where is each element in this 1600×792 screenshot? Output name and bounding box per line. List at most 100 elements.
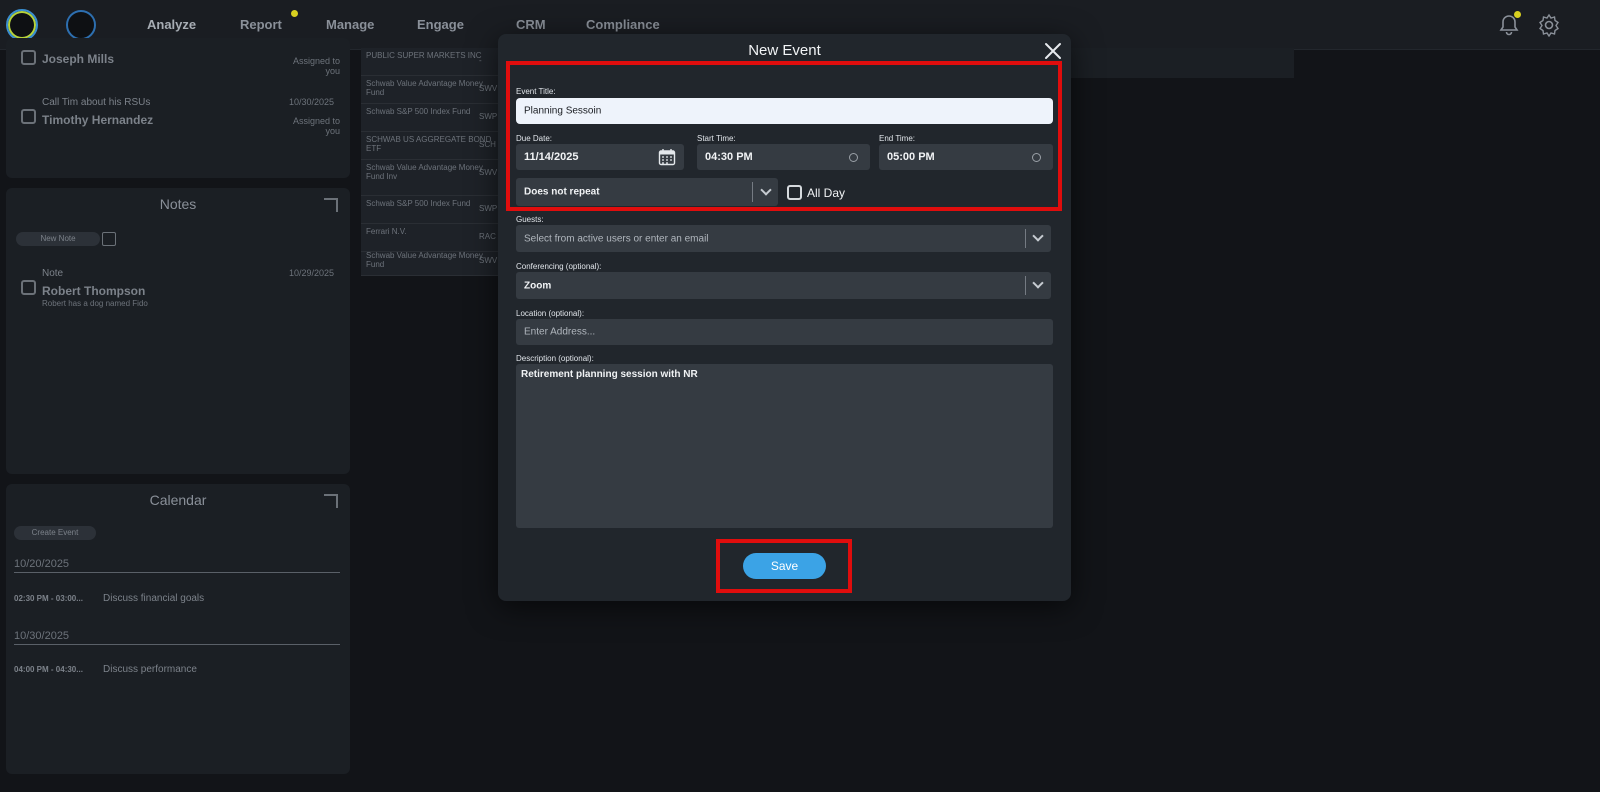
table-row: PUBLIC SUPER MARKETS INC -	[361, 48, 501, 76]
conferencing-select[interactable]: Zoom	[516, 272, 1051, 299]
note-label: Note	[42, 268, 64, 279]
firm-logo	[66, 10, 96, 40]
task-checkbox[interactable]	[21, 109, 36, 124]
task-contact-name: Joseph Mills	[42, 52, 115, 66]
nav-manage[interactable]: Manage	[326, 17, 374, 32]
note-contact-name: Robert Thompson	[42, 284, 146, 298]
chevron-down-icon[interactable]	[760, 184, 772, 196]
report-notification-dot	[291, 10, 298, 17]
event-description[interactable]: Discuss financial goals	[103, 593, 204, 604]
holding-code: SWV	[479, 84, 498, 93]
expand-icon[interactable]	[324, 198, 338, 212]
task-date: 10/30/2025	[289, 97, 335, 107]
task-assigned: Assigned to you	[292, 116, 340, 136]
task-contact-name: Timothy Hernandez	[42, 113, 154, 127]
select-separator	[1025, 276, 1026, 295]
guests-label: Guests:	[516, 215, 544, 224]
holding-name: Schwab Value Advantage Money Fund	[366, 251, 483, 269]
expand-icon[interactable]	[324, 494, 338, 508]
holding-code: SWP	[479, 112, 498, 121]
due-date-label: Due Date:	[516, 134, 553, 143]
guests-select[interactable]: Select from active users or enter an ema…	[516, 225, 1051, 252]
chevron-down-icon[interactable]	[1032, 230, 1044, 242]
calendar-title: Calendar	[149, 492, 207, 508]
app-logo[interactable]	[6, 9, 38, 41]
table-row: Schwab S&P 500 Index Fund SWP	[361, 196, 501, 224]
location-label: Location (optional):	[516, 309, 585, 318]
chevron-down-icon[interactable]	[1032, 277, 1044, 289]
description-value: Retirement planning session with NR	[521, 369, 698, 380]
holding-code: -	[479, 56, 482, 65]
end-time-label: End Time:	[879, 134, 916, 143]
calendar-date-header: 10/20/2025	[14, 558, 70, 570]
due-date-input[interactable]: 11/14/2025	[516, 144, 684, 170]
close-icon[interactable]	[1043, 41, 1063, 61]
calendar-icon[interactable]	[658, 148, 676, 166]
holding-name: Schwab S&P 500 Index Fund	[366, 199, 471, 208]
divider	[14, 644, 340, 645]
holding-code: SWV	[479, 256, 498, 265]
calendar-panel: Calendar Create Event 10/20/2025 02:30 P…	[6, 484, 350, 774]
nav-engage[interactable]: Engage	[417, 17, 464, 32]
all-day-checkbox[interactable]	[787, 185, 802, 200]
holding-code: SCH	[479, 140, 496, 149]
holding-name: Schwab Value Advantage Money Fund	[366, 79, 483, 97]
all-day-label: All Day	[807, 186, 846, 200]
event-time: 04:00 PM - 04:30...	[14, 665, 83, 674]
background-table-strip	[1070, 48, 1294, 78]
conferencing-label: Conferencing (optional):	[516, 262, 602, 271]
note-date: 10/29/2025	[289, 268, 335, 278]
event-title-label: Event Title:	[516, 87, 556, 96]
description-textarea[interactable]: Retirement planning session with NR	[516, 364, 1053, 528]
clock-icon[interactable]	[849, 153, 858, 162]
table-row: Schwab Value Advantage Money Fund SWV	[361, 76, 501, 104]
new-note-button[interactable]: New Note	[16, 232, 100, 246]
holding-name: Ferrari N.V.	[366, 227, 407, 236]
modal-title: New Event	[748, 42, 821, 59]
location-input[interactable]: Enter Address...	[516, 319, 1053, 345]
note-checkbox[interactable]	[21, 280, 36, 295]
end-time-input[interactable]: 05:00 PM	[879, 144, 1053, 170]
start-time-input[interactable]: 04:30 PM	[697, 144, 870, 170]
note-upload-icon[interactable]	[102, 232, 116, 246]
note-description: Robert has a dog named Fido	[42, 299, 148, 308]
event-description[interactable]: Discuss performance	[103, 664, 197, 675]
holding-name: Schwab S&P 500 Index Fund	[366, 107, 471, 116]
task-title: Call Tim about his RSUs	[42, 97, 151, 108]
new-event-modal: New Event Event Title: Planning Sessoin …	[498, 34, 1071, 601]
nav-crm[interactable]: CRM	[516, 17, 546, 32]
table-row: Schwab Value Advantage Money Fund Inv SWV	[361, 160, 501, 196]
start-time-label: Start Time:	[697, 134, 736, 143]
notes-panel: Notes New Note Note 10/29/2025 Robert Th…	[6, 188, 350, 474]
bell-notification-dot	[1514, 11, 1521, 18]
due-date-value: 11/14/2025	[524, 151, 579, 163]
task-checkbox[interactable]	[21, 50, 36, 65]
event-title-input[interactable]: Planning Sessoin	[516, 98, 1053, 124]
end-time-value: 05:00 PM	[887, 151, 935, 163]
save-button[interactable]: Save	[743, 553, 826, 579]
select-separator	[1025, 229, 1026, 248]
nav-report[interactable]: Report	[240, 17, 282, 32]
clock-icon[interactable]	[1032, 153, 1041, 162]
event-title-value: Planning Sessoin	[524, 105, 602, 117]
holding-name: PUBLIC SUPER MARKETS INC	[366, 51, 482, 60]
start-time-value: 04:30 PM	[705, 151, 753, 163]
table-row: Schwab S&P 500 Index Fund SWP	[361, 104, 501, 132]
holdings-table: PUBLIC SUPER MARKETS INC - Schwab Value A…	[361, 48, 501, 276]
location-placeholder: Enter Address...	[524, 326, 596, 338]
conferencing-value: Zoom	[524, 280, 552, 291]
create-event-button[interactable]: Create Event	[14, 526, 96, 540]
task-assigned: Assigned to you	[292, 56, 340, 76]
tasks-panel: Joseph Mills Assigned to you Call Tim ab…	[6, 38, 350, 178]
repeat-select[interactable]: Does not repeat	[516, 178, 778, 206]
repeat-value: Does not repeat	[524, 186, 600, 198]
table-row: SCHWAB US AGGREGATE BOND ETF SCH	[361, 132, 501, 160]
nav-compliance[interactable]: Compliance	[586, 17, 660, 32]
event-time: 02:30 PM - 03:00...	[14, 594, 83, 603]
notes-title: Notes	[159, 196, 197, 212]
gear-icon[interactable]	[1537, 13, 1561, 37]
calendar-date-header: 10/30/2025	[14, 630, 70, 642]
holding-name: Schwab Value Advantage Money Fund Inv	[366, 163, 483, 181]
guests-placeholder: Select from active users or enter an ema…	[524, 233, 709, 244]
nav-analyze[interactable]: Analyze	[147, 17, 196, 32]
